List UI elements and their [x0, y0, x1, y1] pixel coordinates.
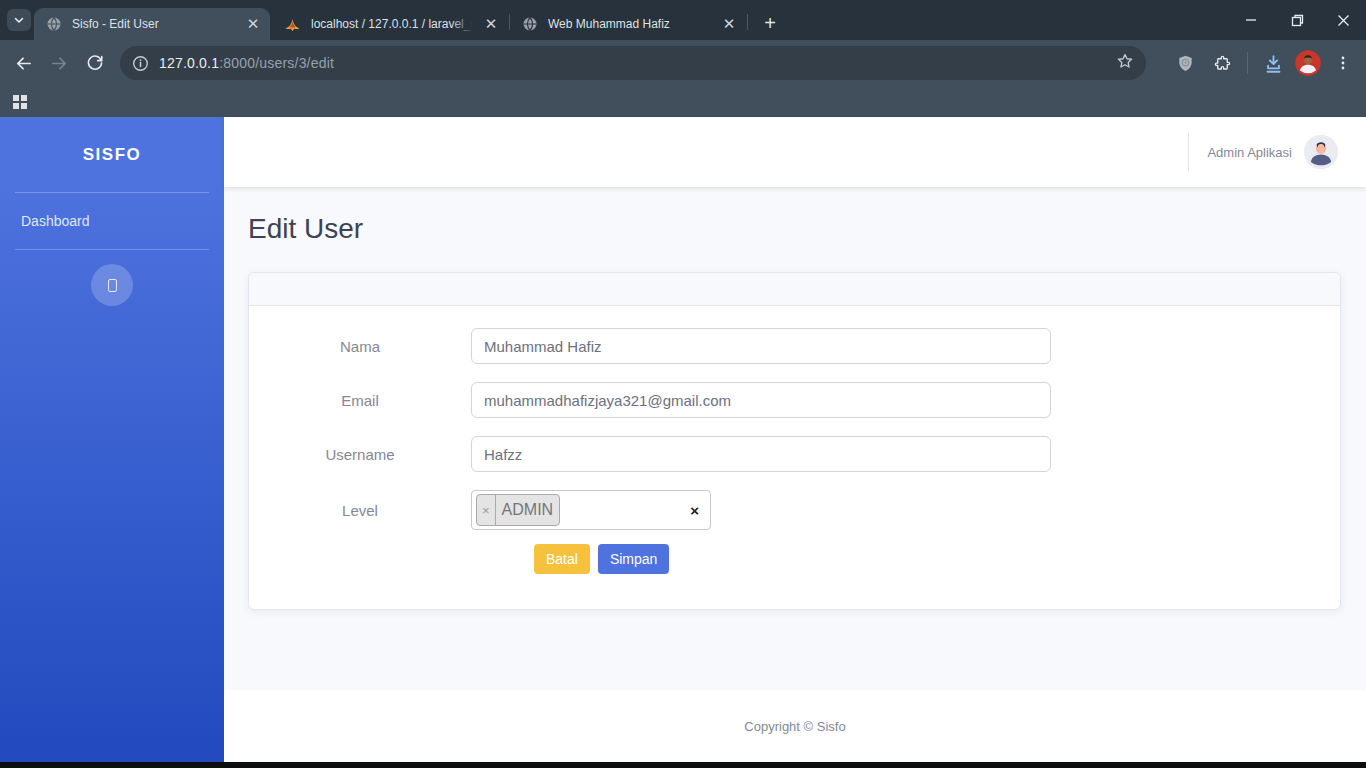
save-button[interactable]: Simpan — [598, 544, 669, 574]
tag-remove-button[interactable]: × — [477, 495, 496, 525]
tab-title-fade — [451, 8, 477, 40]
form-row-nama: Nama — [249, 328, 1320, 364]
globe-icon — [522, 16, 538, 32]
email-label: Email — [249, 392, 471, 409]
back-button[interactable] — [6, 46, 40, 80]
refresh-button[interactable] — [78, 46, 112, 80]
level-select[interactable]: × ADMIN × — [471, 490, 711, 530]
toolbar-actions — [1170, 40, 1358, 86]
tab-close-button[interactable]: ✕ — [244, 15, 262, 33]
forward-button[interactable] — [42, 46, 76, 80]
address-bar[interactable]: 127.0.0.1:8000/users/3/edit — [120, 46, 1146, 80]
level-tag-admin: × ADMIN — [476, 494, 560, 526]
window-controls — [1228, 0, 1366, 40]
select-clear-button[interactable]: × — [690, 502, 699, 519]
screen: Sisfo - Edit User ✕ localhost / 127.0.0.… — [0, 0, 1366, 768]
page-title: Edit User — [248, 213, 1366, 245]
username-input[interactable] — [471, 436, 1051, 472]
app-footer: Copyright © Sisfo — [224, 690, 1366, 762]
new-tab-button[interactable]: + — [756, 10, 784, 38]
globe-icon — [46, 16, 62, 32]
bookmarks-bar — [0, 86, 1366, 117]
tab-close-button[interactable]: ✕ — [720, 15, 738, 33]
star-icon — [1116, 52, 1134, 70]
shield-icon — [1176, 54, 1195, 73]
window-restore-button[interactable] — [1274, 0, 1320, 40]
topbar-divider — [1188, 133, 1189, 171]
shield-extension-button[interactable] — [1170, 48, 1200, 78]
extensions-button[interactable] — [1207, 48, 1237, 78]
tab-divider — [747, 14, 748, 30]
app-topbar: Admin Aplikasi — [224, 117, 1366, 187]
browser-tab-active[interactable]: Sisfo - Edit User ✕ — [34, 8, 270, 40]
user-avatar[interactable] — [1304, 135, 1338, 169]
window-close-button[interactable] — [1320, 0, 1366, 40]
form-row-level: Level × ADMIN × — [249, 490, 1320, 530]
toolbar-divider — [1247, 52, 1248, 74]
form-row-email: Email — [249, 382, 1320, 418]
nama-input[interactable] — [471, 328, 1051, 364]
browser-tab-web[interactable]: Web Muhammad Hafiz ✕ — [510, 8, 746, 40]
browser-profile-avatar[interactable] — [1295, 50, 1321, 76]
page-content: Edit User Nama Email Usernam — [224, 187, 1366, 690]
apps-grid-icon[interactable] — [12, 94, 28, 110]
sidebar-brand[interactable]: SISFO — [0, 117, 224, 192]
tag-label: ADMIN — [496, 495, 560, 525]
main-area: Admin Aplikasi Edit User Nama Em — [224, 117, 1366, 762]
copyright-text: Copyright © Sisfo — [744, 719, 845, 734]
cancel-button[interactable]: Batal — [534, 544, 590, 574]
forward-icon — [50, 54, 69, 73]
puzzle-icon — [1213, 54, 1232, 73]
form-buttons: Batal Simpan — [534, 544, 1320, 610]
tab-close-button[interactable]: ✕ — [482, 15, 500, 33]
tab-search-button[interactable] — [7, 9, 31, 31]
user-name[interactable]: Admin Aplikasi — [1207, 145, 1292, 160]
refresh-icon — [86, 54, 104, 72]
browser-tabstrip: Sisfo - Edit User ✕ localhost / 127.0.0.… — [0, 0, 1366, 40]
browser-menu-button[interactable] — [1328, 48, 1358, 78]
tab-title: Sisfo - Edit User — [72, 17, 238, 31]
url-text: 127.0.0.1:8000/users/3/edit — [159, 55, 334, 71]
sidebar-toggle-button[interactable] — [91, 264, 133, 306]
back-icon — [14, 54, 33, 73]
sidebar: SISFO Dashboard — [0, 117, 224, 762]
level-label: Level — [249, 502, 471, 519]
url-path: :8000/users/3/edit — [219, 55, 334, 71]
form-row-username: Username — [249, 436, 1320, 472]
nama-label: Nama — [249, 338, 471, 355]
username-label: Username — [249, 446, 471, 463]
bookmark-star-button[interactable] — [1116, 52, 1134, 74]
downloads-button[interactable] — [1258, 48, 1288, 78]
phpmyadmin-icon — [284, 16, 301, 33]
card-body: Nama Email Username Level — [249, 306, 1340, 610]
browser-tab-phpmyadmin[interactable]: localhost / 127.0.0.1 / laravel_sis ✕ — [272, 8, 508, 40]
email-input[interactable] — [471, 382, 1051, 418]
web-page: SISFO Dashboard Admin Aplikasi Edit User — [0, 117, 1366, 762]
tab-title: Web Muhammad Hafiz — [548, 17, 714, 31]
sidebar-toggle-icon — [108, 279, 117, 292]
window-minimize-button[interactable] — [1228, 0, 1274, 40]
site-info-icon[interactable] — [132, 55, 149, 72]
bottom-strip — [0, 762, 1366, 768]
chevron-down-icon — [13, 14, 25, 26]
sidebar-item-dashboard[interactable]: Dashboard — [0, 193, 224, 249]
url-host: 127.0.0.1 — [159, 55, 219, 71]
edit-user-card: Nama Email Username Level — [248, 272, 1341, 610]
kebab-menu-icon — [1335, 55, 1351, 71]
browser-toolbar: 127.0.0.1:8000/users/3/edit — [0, 40, 1366, 86]
card-header — [249, 273, 1340, 306]
download-icon — [1263, 53, 1284, 74]
sidebar-divider — [15, 249, 209, 250]
